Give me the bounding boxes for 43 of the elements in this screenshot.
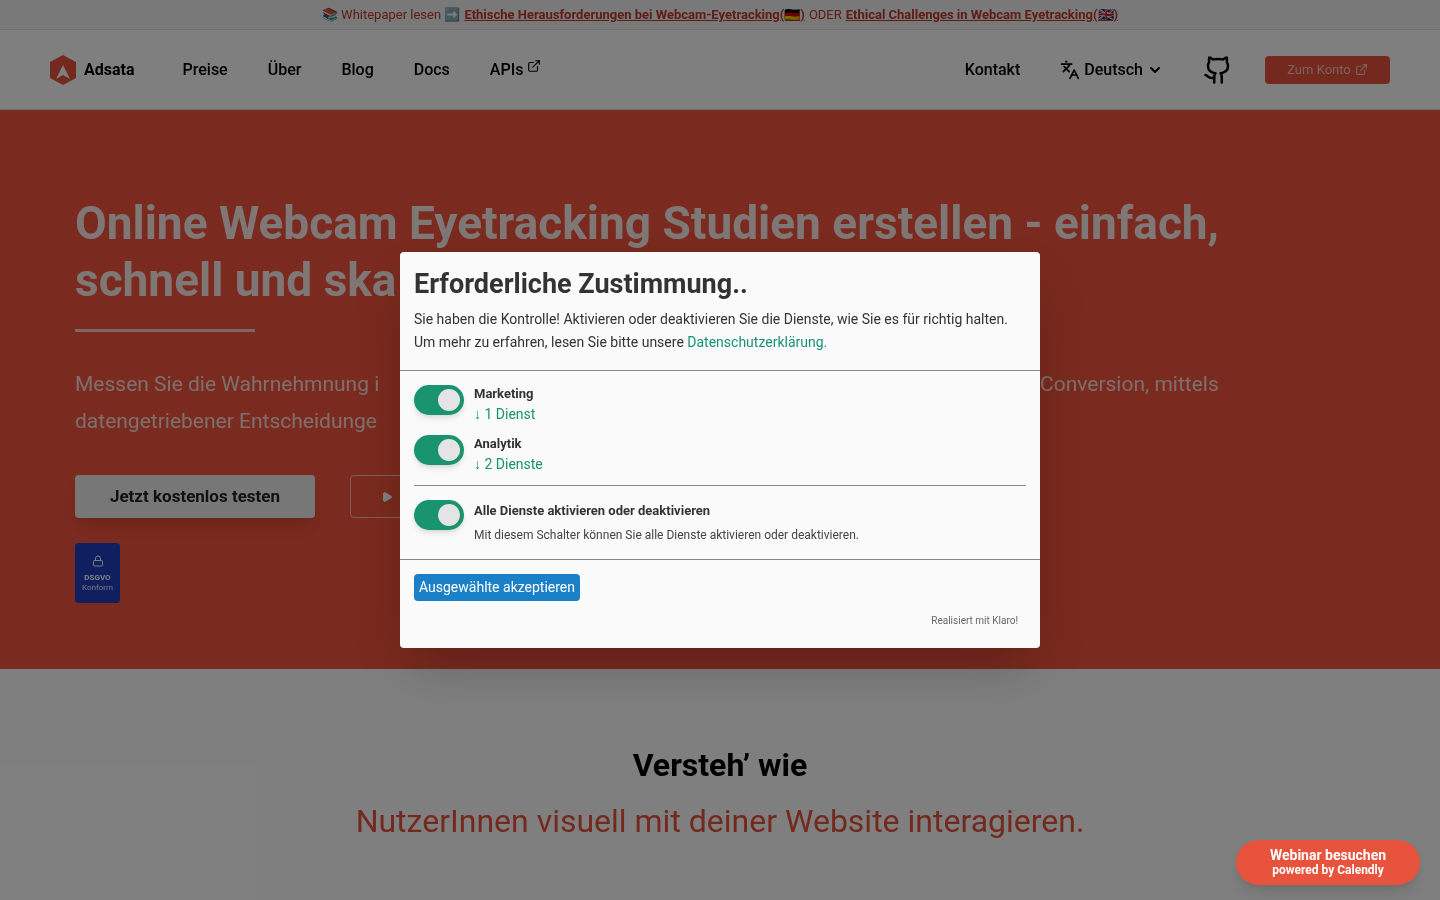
section-subheading: NutzerInnen visuell mit deiner Website interagieren. bbox=[355, 801, 1085, 842]
accept-button[interactable]: Ausgewählte akzeptieren bbox=[414, 574, 581, 601]
lock-icon bbox=[91, 555, 104, 567]
dialog-title: Erforderliche Zustimmung.. bbox=[414, 267, 749, 302]
brand-name[interactable]: Adsata bbox=[84, 57, 135, 82]
toggle-switch[interactable] bbox=[414, 500, 464, 530]
hero-heading: Online Webcam Eyetracking Studien erstellen - einfach, bbox=[75, 195, 1220, 252]
privacy-link[interactable]: Datenschutzerklärung. bbox=[687, 334, 828, 350]
toggle-all-description: Mit diesem Schalter können Sie alle Dienste aktivieren oder deaktivieren. bbox=[474, 527, 859, 544]
toggle-switch[interactable] bbox=[414, 435, 464, 465]
badge-subtitle: Konform bbox=[82, 583, 113, 593]
whitepaper-link[interactable]: Ethical Challenges in Webcam Eyetracking(🇬🇧) bbox=[845, 4, 1119, 25]
play-icon bbox=[381, 490, 393, 503]
section-heading: Versteh’ wie bbox=[632, 745, 808, 786]
dialog-description: Sie haben die Kontrolle! Aktivieren oder deaktivieren Sie die Dienste, wie Sie es für richtig halten. Um mehr zu erfahren, lesen Sie bitte unsere Datenschutzerklärung. bbox=[414, 310, 1009, 352]
webinar-button[interactable]: Webinar besuchen powered by Calendly bbox=[1236, 840, 1420, 885]
separator-text: ODER bbox=[808, 5, 842, 24]
services-link[interactable]: ↓ 2 Dienste bbox=[474, 453, 543, 475]
nav-link[interactable]: Über bbox=[267, 57, 302, 82]
hero-heading: schnell und ska bbox=[75, 252, 397, 309]
toggle-switch[interactable] bbox=[414, 385, 464, 415]
logo-icon[interactable] bbox=[50, 54, 76, 85]
external-link-icon bbox=[527, 58, 542, 73]
announcement-text: 📚 Whitepaper lesen ➡ bbox=[321, 5, 461, 24]
toggle-all-label: Alle Dienste aktivieren oder deaktivieren bbox=[474, 502, 712, 520]
whitepaper-link[interactable]: Ethische Herausforderungen bei Webcam-Eyetracking(🇩🇪) bbox=[464, 4, 805, 25]
nav-link[interactable]: Kontakt bbox=[964, 57, 1021, 82]
hero-text: datengetriebener Entscheidunge bbox=[75, 408, 377, 435]
external-link-icon bbox=[1354, 63, 1368, 76]
language-selector[interactable]: Deutsch bbox=[1060, 57, 1163, 82]
services-link[interactable]: ↓ 1 Dienst bbox=[474, 403, 536, 425]
translate-icon bbox=[1060, 59, 1081, 80]
hero-text: Conversion, mittels bbox=[1040, 371, 1219, 399]
nav-link[interactable]: Blog bbox=[341, 57, 374, 82]
klaro-link[interactable]: Realisiert mit Klaro! bbox=[931, 613, 1018, 628]
hero-text: Messen Sie die Wahrnehmnung i bbox=[75, 371, 380, 399]
cta-button[interactable]: Jetzt kostenlos testen bbox=[75, 475, 315, 518]
purpose-name: Analytik bbox=[474, 435, 523, 453]
purpose-name: Marketing bbox=[474, 385, 535, 403]
nav-link[interactable]: Preise bbox=[182, 57, 228, 82]
nav-link[interactable]: APIs bbox=[489, 57, 542, 82]
nav-link[interactable]: Docs bbox=[413, 57, 450, 82]
badge-title: DSGVO bbox=[84, 573, 111, 583]
